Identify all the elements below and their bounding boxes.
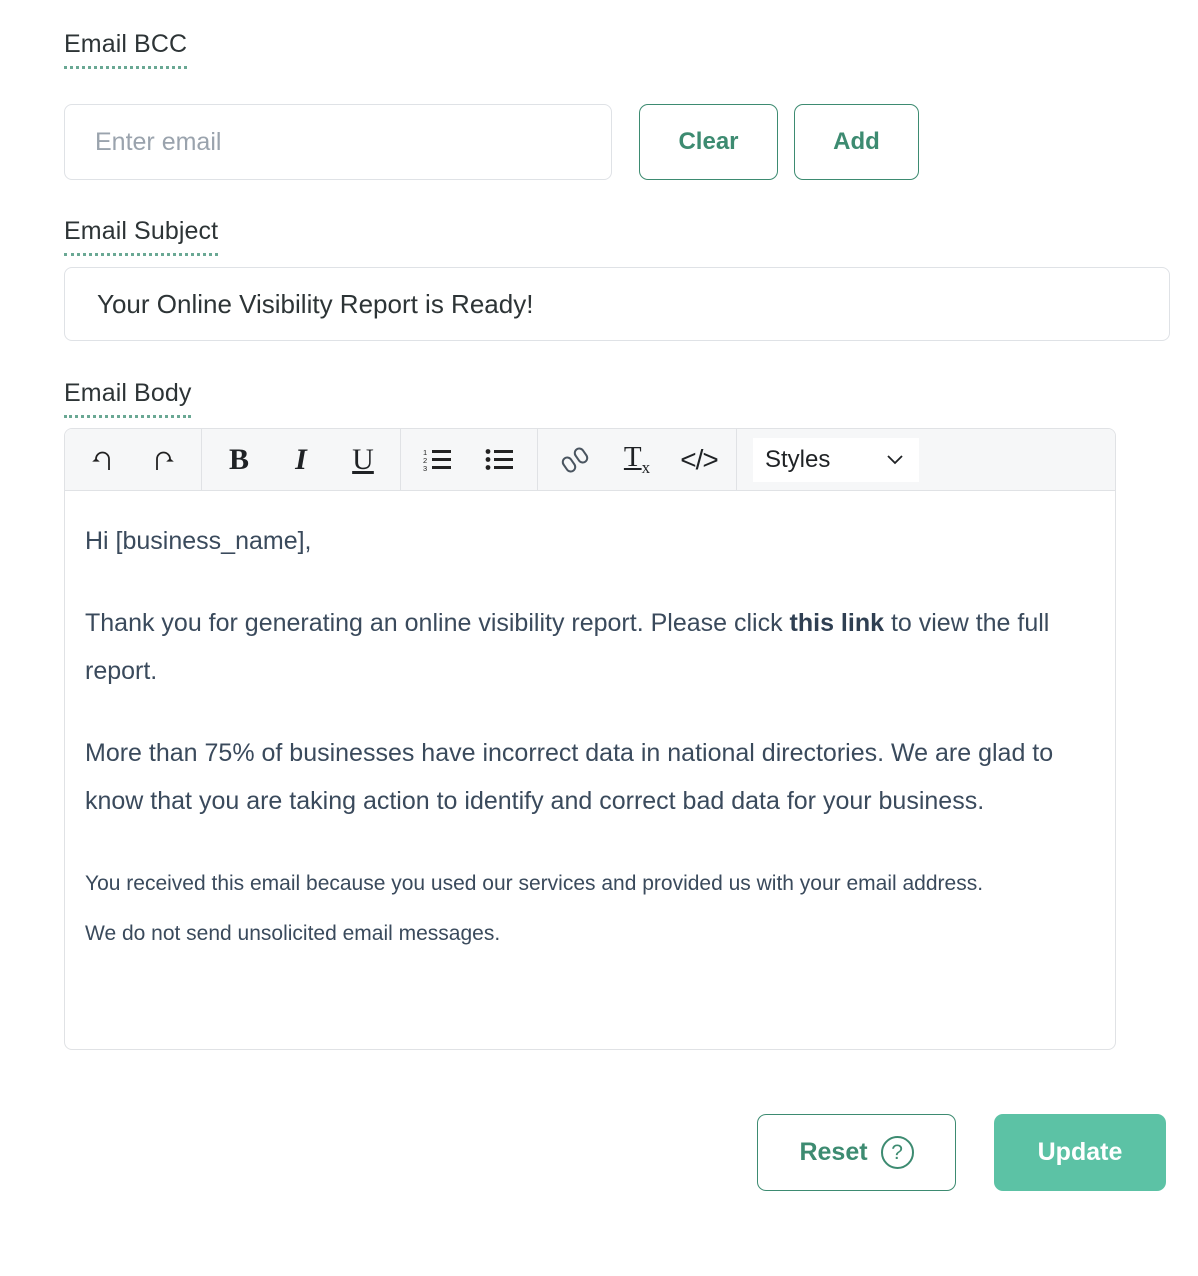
chevron-down-icon [885,453,905,466]
underline-icon[interactable]: U [332,430,394,490]
email-subject-input[interactable] [64,267,1170,341]
email-body-paragraph: Thank you for generating an online visib… [85,599,1085,695]
toolbar-group-styles: Styles [737,429,925,490]
email-body-paragraph: More than 75% of businesses have incorre… [85,729,1085,825]
reset-button[interactable]: Reset ? [757,1114,956,1191]
rich-text-editor: B I U 1 2 3 [64,428,1116,1050]
email-body-label: Email Body [64,377,191,418]
remove-format-x: x [642,458,651,477]
svg-text:3: 3 [423,464,427,473]
bold-icon[interactable]: B [208,430,270,490]
styles-dropdown-label: Styles [765,446,830,474]
toolbar-group-lists: 1 2 3 [401,429,538,490]
email-body-content[interactable]: Hi [business_name], Thank you for generat… [65,491,1115,1049]
undo-icon[interactable] [71,430,133,490]
add-button[interactable]: Add [794,104,919,180]
italic-icon[interactable]: I [270,430,332,490]
update-button[interactable]: Update [994,1114,1166,1191]
email-bcc-input[interactable] [64,104,612,180]
toolbar-group-insert: Tx </> [538,429,737,490]
bullet-list-icon[interactable] [469,430,531,490]
email-body-paragraph: Hi [business_name], [85,517,1085,565]
clear-button[interactable]: Clear [639,104,778,180]
email-body-paragraph: We do not send unsolicited email message… [85,909,1085,959]
toolbar-group-text-style: B I U [202,429,401,490]
source-code-icon[interactable]: </> [668,430,730,490]
email-body-paragraph: You received this email because you used… [85,859,1085,909]
question-circle-icon: ? [881,1136,914,1169]
email-settings-panel: Email BCC Clear Add Email Subject Email … [0,0,1198,1276]
editor-toolbar: B I U 1 2 3 [65,429,1115,491]
remove-format-icon[interactable]: Tx [606,430,668,490]
link-icon[interactable] [544,430,606,490]
remove-format-t: T [624,441,642,473]
numbered-list-icon[interactable]: 1 2 3 [407,430,469,490]
email-bcc-label: Email BCC [64,28,187,69]
email-subject-label: Email Subject [64,215,218,256]
toolbar-group-history [65,429,202,490]
reset-button-label: Reset [799,1138,867,1167]
redo-icon[interactable] [133,430,195,490]
styles-dropdown[interactable]: Styles [753,438,919,482]
email-body-link-text: this link [790,609,884,637]
